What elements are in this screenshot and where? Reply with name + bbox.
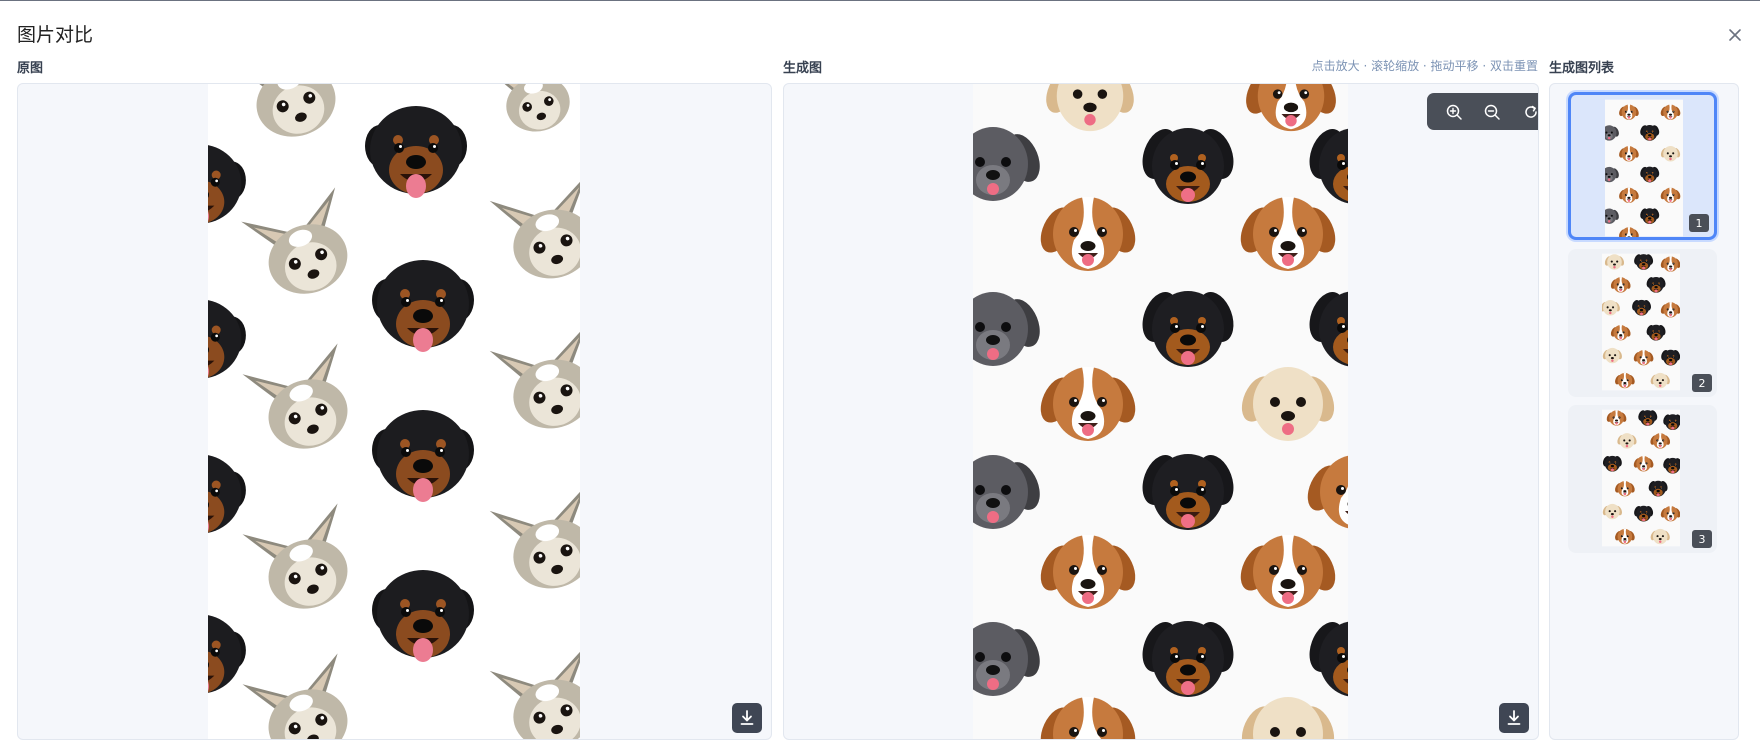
generated-label: 生成图 bbox=[783, 61, 823, 76]
generated-image[interactable] bbox=[973, 84, 1348, 739]
reset-zoom-button[interactable] bbox=[1519, 100, 1539, 124]
download-generated-button[interactable] bbox=[1499, 703, 1529, 733]
thumbnail-list-panel: 1 2 3 bbox=[1549, 83, 1739, 740]
zoom-in-button[interactable] bbox=[1442, 100, 1466, 124]
download-icon bbox=[1507, 710, 1521, 725]
zoom-in-icon bbox=[1446, 104, 1462, 120]
thumbnail-item[interactable]: 1 bbox=[1568, 92, 1717, 240]
reset-icon bbox=[1524, 105, 1537, 118]
interaction-hint: 点击放大 · 滚轮缩放 · 拖动平移 · 双击重置 bbox=[1311, 59, 1538, 73]
zoom-toolbar bbox=[1427, 93, 1539, 130]
thumbnail-item[interactable]: 3 bbox=[1568, 405, 1717, 553]
original-label: 原图 bbox=[17, 61, 44, 76]
generated-panel bbox=[783, 83, 1539, 740]
dialog-title: 图片对比 bbox=[17, 24, 94, 46]
zoom-out-icon bbox=[1484, 104, 1500, 120]
thumbnail-list-label: 生成图列表 bbox=[1549, 61, 1615, 76]
window-top-border bbox=[0, 0, 1760, 1]
thumbnail-number-badge: 3 bbox=[1692, 530, 1712, 548]
thumbnail-image bbox=[1602, 409, 1680, 547]
thumbnail-image bbox=[1605, 99, 1683, 237]
close-icon[interactable] bbox=[1722, 22, 1748, 48]
thumbnail-item[interactable]: 2 bbox=[1568, 249, 1717, 397]
original-panel bbox=[17, 83, 772, 740]
download-icon bbox=[740, 710, 754, 725]
original-image[interactable] bbox=[208, 84, 580, 739]
download-original-button[interactable] bbox=[732, 703, 762, 733]
zoom-out-button[interactable] bbox=[1480, 100, 1504, 124]
thumbnail-number-badge: 2 bbox=[1692, 374, 1712, 392]
thumbnail-number-badge: 1 bbox=[1689, 214, 1709, 232]
thumbnail-image bbox=[1602, 253, 1680, 391]
